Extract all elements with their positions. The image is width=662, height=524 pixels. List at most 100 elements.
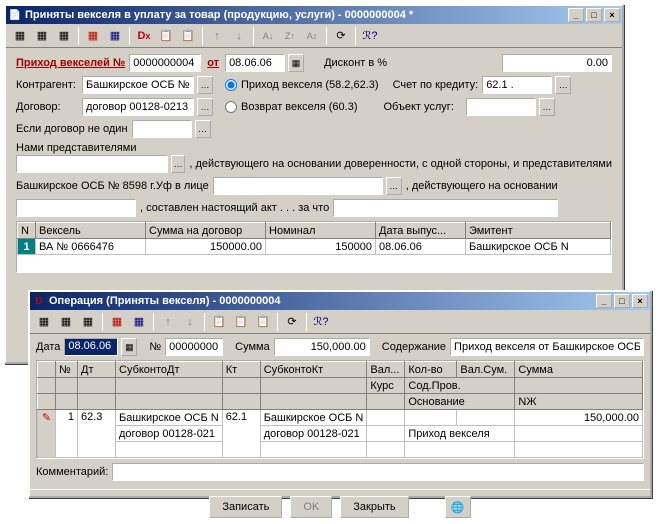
opcol-sodprov[interactable]: Сод.Пров. [405, 378, 515, 394]
op-tool-refresh-icon[interactable]: ⟳ [282, 312, 302, 332]
zachto-field[interactable] [333, 199, 558, 217]
op-tool-gridred-icon[interactable]: ▦ [107, 312, 127, 332]
minimize-button[interactable]: _ [568, 8, 584, 22]
col-summa[interactable]: Сумма на договор [146, 223, 266, 239]
radio-vozvrat-vekselya[interactable] [225, 101, 237, 113]
opcol-kt[interactable]: Кт [222, 362, 260, 378]
maximize-button[interactable]: □ [586, 8, 602, 22]
tool-doc2-icon[interactable]: 📋 [178, 26, 198, 46]
osnov-field[interactable] [16, 199, 136, 217]
op-no-field[interactable] [165, 338, 223, 356]
op-sod-field[interactable] [450, 338, 644, 356]
calendar-icon[interactable]: ▦ [288, 54, 304, 72]
schet-dropdown-icon[interactable]: … [555, 76, 571, 94]
eslidog-field[interactable] [132, 120, 192, 138]
tool-grid1-icon[interactable]: ▦ [10, 26, 30, 46]
col-nominal[interactable]: Номинал [266, 223, 376, 239]
tool-refresh-icon[interactable]: ⟳ [331, 26, 351, 46]
opcell-sdt[interactable]: Башкирское ОСБ N [116, 410, 223, 426]
opcol-n[interactable]: № [56, 362, 78, 378]
globe-icon[interactable]: 🌐 [445, 496, 471, 518]
cell-summa[interactable]: 150000.00 [146, 239, 266, 255]
vlice-field[interactable] [213, 177, 383, 195]
cell-date[interactable]: 08.06.06 [376, 239, 466, 255]
col-date[interactable]: Дата выпус... [376, 223, 466, 239]
opcell-sdt2[interactable]: договор 00128-021 [116, 426, 223, 442]
tool-help-icon[interactable]: ℛ? [360, 26, 380, 46]
opcol-kurs[interactable]: Курс [367, 378, 405, 394]
doc-number-field[interactable] [129, 54, 201, 72]
op-close-button[interactable]: × [632, 294, 648, 308]
opcell-skt2[interactable]: договор 00128-021 [260, 426, 367, 442]
discount-field[interactable] [502, 54, 612, 72]
op-row2[interactable]: договор 00128-021 договор 00128-021 Прих… [38, 426, 643, 442]
table-row[interactable]: 1 ВА № 0666476 150000.00 150000 08.06.06… [18, 239, 611, 255]
opcell-n[interactable]: 1 [56, 410, 78, 458]
op-tool-doc1-icon[interactable]: 📋 [209, 312, 229, 332]
opcol-mark[interactable] [38, 362, 56, 378]
opcell-kt[interactable]: 62.1 [222, 410, 260, 458]
object-dropdown-icon[interactable]: … [539, 98, 555, 116]
op-tool-down-icon[interactable]: ↓ [180, 312, 200, 332]
opcell-valsum[interactable] [457, 410, 515, 426]
op-tool-doc2-icon[interactable]: 📋 [231, 312, 251, 332]
zapisat-button[interactable]: Записать [209, 496, 282, 518]
op-tool-up-icon[interactable]: ↑ [158, 312, 178, 332]
main-table[interactable]: N Вексель Сумма на договор Номинал Дата … [16, 221, 612, 273]
opcol-kolvo[interactable]: Кол-во [405, 362, 457, 378]
opcol-dt[interactable]: Дт [78, 362, 116, 378]
op-tool-gridblue-icon[interactable]: ▦ [129, 312, 149, 332]
tool-sortza-icon[interactable]: Z↑ [280, 26, 300, 46]
opcol-sdt[interactable]: СубконтоДт [116, 362, 223, 378]
eslidog-dropdown-icon[interactable]: … [195, 120, 211, 138]
tool-sortn-icon[interactable]: A↕ [302, 26, 322, 46]
opcol-skt[interactable]: СубконтоКт [260, 362, 367, 378]
opcol-nzh[interactable]: NЖ [515, 394, 643, 410]
object-field[interactable] [466, 98, 536, 116]
tool-gridred-icon[interactable]: ▦ [83, 26, 103, 46]
opcell-osn[interactable]: Приход векселя [405, 426, 515, 442]
col-n[interactable]: N [18, 223, 36, 239]
op-summa-field[interactable] [274, 338, 370, 356]
opcell-skt[interactable]: Башкирское ОСБ N [260, 410, 367, 426]
op-tool-grid3-icon[interactable]: ▦ [78, 312, 98, 332]
tool-grid3-icon[interactable]: ▦ [54, 26, 74, 46]
op-maximize-button[interactable]: □ [614, 294, 630, 308]
cell-nominal[interactable]: 150000 [266, 239, 376, 255]
tool-up-icon[interactable]: ↑ [207, 26, 227, 46]
opcol-val[interactable]: Вал... [367, 362, 405, 378]
op-tool-doc3-icon[interactable]: 📋 [253, 312, 273, 332]
tool-doc1-icon[interactable]: 📋 [156, 26, 176, 46]
tool-dx-icon[interactable]: Dx [134, 26, 154, 46]
zakryt-button[interactable]: Закрыть [340, 496, 408, 518]
ok-button[interactable]: OK [290, 496, 332, 518]
opcell-dt[interactable]: 62.3 [78, 410, 116, 458]
vlice-dropdown-icon[interactable]: … [386, 177, 402, 195]
opcol-valsum[interactable]: Вал.Сум. [457, 362, 515, 378]
dogovor-field[interactable] [82, 98, 194, 116]
op-date-field[interactable]: 08.06.06 [64, 338, 118, 356]
op-tool-grid2-icon[interactable]: ▦ [56, 312, 76, 332]
close-button[interactable]: × [604, 8, 620, 22]
op-calendar-icon[interactable]: ▦ [121, 338, 137, 356]
op-tool-grid1-icon[interactable]: ▦ [34, 312, 54, 332]
op-table[interactable]: № Дт СубконтоДт Кт СубконтоКт Вал... Кол… [36, 360, 644, 459]
radio-prihod-vekselya[interactable] [225, 79, 237, 91]
cell-emitent[interactable]: Башкирское ОСБ N [466, 239, 611, 255]
opcell-val[interactable] [367, 410, 405, 426]
col-emitent[interactable]: Эмитент [466, 223, 611, 239]
tool-gridblue-icon[interactable]: ▦ [105, 26, 125, 46]
col-veksel[interactable]: Вексель [36, 223, 146, 239]
tool-sortaz-icon[interactable]: A↓ [258, 26, 278, 46]
tool-down-icon[interactable]: ↓ [229, 26, 249, 46]
opcol-sum[interactable]: Сумма [515, 362, 643, 378]
comment-field[interactable] [112, 463, 644, 481]
dogovor-dropdown-icon[interactable]: … [197, 98, 213, 116]
opcol-osn[interactable]: Основание [405, 394, 515, 410]
tool-grid2-icon[interactable]: ▦ [32, 26, 52, 46]
opcell-kolvo[interactable] [405, 410, 457, 426]
schet-field[interactable] [482, 76, 552, 94]
op-row3[interactable] [38, 442, 643, 458]
nami-dropdown-icon[interactable]: … [171, 155, 185, 173]
nami-field[interactable] [16, 155, 168, 173]
